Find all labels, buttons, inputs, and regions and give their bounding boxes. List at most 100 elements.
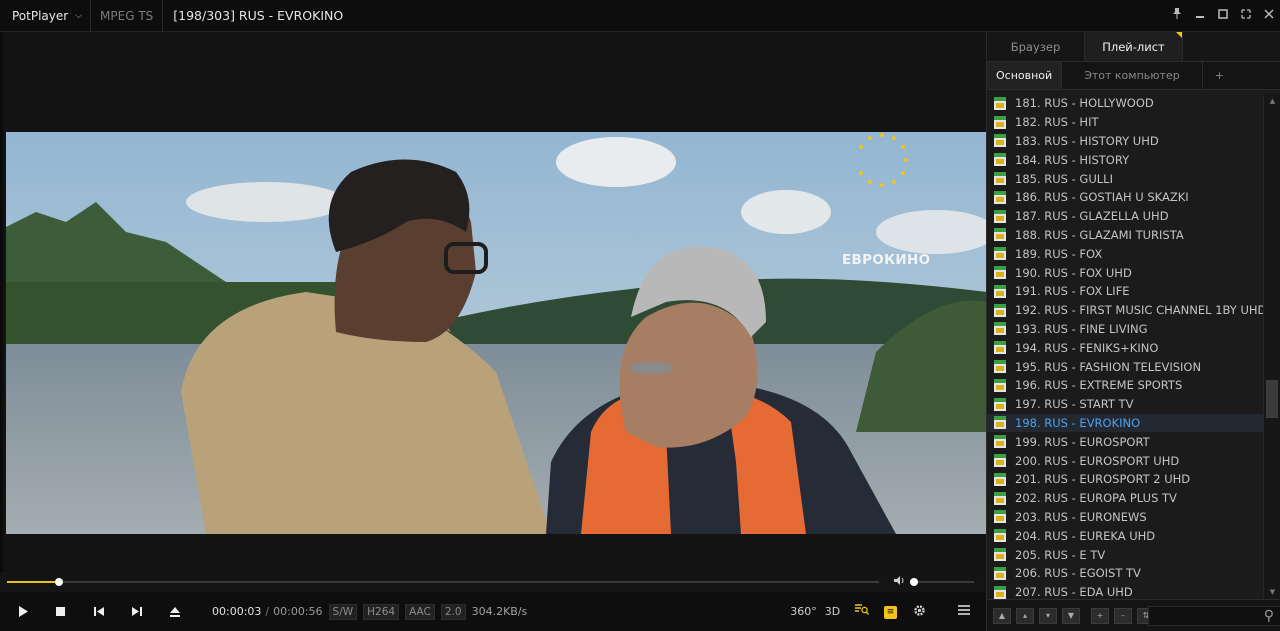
title-bar: PotPlayer ⌵ MPEG TS [198/303] RUS - EVRO… <box>0 0 1280 32</box>
3d-button[interactable]: 3D <box>818 605 847 618</box>
volume-slider[interactable] <box>909 578 974 586</box>
playlist-item-label: 207. RUS - EDA UHD <box>1015 585 1133 599</box>
video-area[interactable]: ЕВРОКИНО <box>0 32 987 572</box>
stop-icon <box>56 607 65 616</box>
seek-handle[interactable] <box>55 578 64 586</box>
total-duration: 00:00:56 <box>273 605 323 618</box>
remove-item-icon[interactable]: – <box>1114 607 1132 624</box>
playlist-item-label: 185. RUS - GULLI <box>1015 171 1113 186</box>
playlist-item[interactable]: 185. RUS - GULLI <box>987 169 1263 188</box>
playlist-item[interactable]: 181. RUS - HOLLYWOOD <box>987 94 1263 113</box>
scroll-down-icon[interactable]: ▼ <box>1264 588 1280 596</box>
audio-codec-badge[interactable]: AAC <box>405 603 435 620</box>
decoder-badge[interactable]: S/W <box>328 603 358 620</box>
playlist-item-label: 197. RUS - START TV <box>1015 397 1134 412</box>
search-icon[interactable]: ⚲ <box>1264 607 1274 625</box>
playlist-item[interactable]: 183. RUS - HISTORY UHD <box>987 132 1263 151</box>
subtab-main[interactable]: Основной <box>987 62 1063 89</box>
playlist-item[interactable]: 203. RUS - EURONEWS <box>987 508 1263 527</box>
playlist-item[interactable]: 199. RUS - EUROSPORT <box>987 432 1263 451</box>
previous-button[interactable] <box>81 594 116 629</box>
previous-icon <box>93 607 104 616</box>
eject-button[interactable] <box>157 594 192 629</box>
media-file-icon <box>994 378 1006 392</box>
move-top-icon[interactable]: ▲ <box>993 607 1011 624</box>
scroll-up-icon[interactable]: ▲ <box>1264 97 1280 105</box>
playlist-item[interactable]: 184. RUS - HISTORY <box>987 150 1263 169</box>
playlist-search-field[interactable]: ⚲ <box>1148 606 1280 626</box>
playlist-item-selected[interactable]: 198. RUS - EVROKINO <box>987 413 1263 433</box>
media-file-icon <box>994 134 1006 148</box>
playlist-search-icon[interactable] <box>847 604 876 619</box>
playlist-item[interactable]: 195. RUS - FASHION TELEVISION <box>987 357 1263 376</box>
format-label: MPEG TS <box>91 0 164 32</box>
add-tab-button[interactable]: + <box>1203 62 1236 89</box>
chevron-down-icon: ⌵ <box>75 10 83 21</box>
media-file-icon <box>994 491 1006 505</box>
playlist-toggle-button[interactable]: ≡ <box>876 604 905 619</box>
video-codec-badge[interactable]: H264 <box>363 603 400 620</box>
stop-button[interactable] <box>43 594 78 629</box>
tab-playlist[interactable]: Плей-лист <box>1085 32 1183 61</box>
media-file-icon <box>994 397 1006 411</box>
playlist-item[interactable]: 200. RUS - EUROSPORT UHD <box>987 451 1263 470</box>
playlist-item[interactable]: 197. RUS - START TV <box>987 395 1263 414</box>
add-item-icon[interactable]: + <box>1091 607 1109 624</box>
media-file-icon <box>994 153 1006 167</box>
play-icon <box>18 606 28 617</box>
video-frame[interactable]: ЕВРОКИНО <box>6 132 987 534</box>
audio-channels-badge[interactable]: 2.0 <box>440 603 466 620</box>
playlist-item[interactable]: 193. RUS - FINE LIVING <box>987 320 1263 339</box>
playlist-list[interactable]: 181. RUS - HOLLYWOOD 182. RUS - HIT 183. R… <box>987 94 1263 599</box>
settings-gear-icon[interactable] <box>905 604 934 620</box>
media-file-icon <box>994 190 1006 204</box>
playlist-toolbar: ▲ ▴ ▾ ▼ + – ⇅ ⚲ <box>987 599 1280 631</box>
volume-icon[interactable] <box>893 575 905 589</box>
playlist-item[interactable]: 201. RUS - EUROSPORT 2 UHD <box>987 470 1263 489</box>
playlist-item[interactable]: 186. RUS - GOSTIAH U SKAZKI <box>987 188 1263 207</box>
playlist-item[interactable]: 188. RUS - GLAZAMI TURISTA <box>987 226 1263 245</box>
media-file-icon <box>994 341 1006 355</box>
playlist-item[interactable]: 192. RUS - FIRST MUSIC CHANNEL 1BY UHD <box>987 301 1263 320</box>
playlist-item[interactable]: 205. RUS - E TV <box>987 545 1263 564</box>
pin-icon[interactable] <box>1165 0 1188 32</box>
playlist-item[interactable]: 196. RUS - EXTREME SPORTS <box>987 376 1263 395</box>
subtab-this-computer[interactable]: Этот компьютер <box>1062 62 1203 89</box>
playlist-item-label: 194. RUS - FENIKS+KINO <box>1015 340 1159 355</box>
vr-360-button[interactable]: 360° <box>789 605 818 618</box>
scrollbar-thumb[interactable] <box>1266 379 1278 418</box>
playlist-item[interactable]: 187. RUS - GLAZELLA UHD <box>987 207 1263 226</box>
media-file-icon <box>994 247 1006 261</box>
maximize-icon[interactable] <box>1211 0 1234 32</box>
playlist-item[interactable]: 189. RUS - FOX <box>987 244 1263 263</box>
channel-logo: ЕВРОКИНО <box>842 252 931 268</box>
playlist-item[interactable]: 182. RUS - HIT <box>987 113 1263 132</box>
tab-browser[interactable]: Браузер <box>987 32 1085 61</box>
main-menu-icon[interactable] <box>949 605 978 618</box>
minimize-icon[interactable] <box>1188 0 1211 32</box>
volume-handle[interactable] <box>909 578 918 586</box>
playlist-item[interactable]: 190. RUS - FOX UHD <box>987 263 1263 282</box>
move-up-icon[interactable]: ▴ <box>1016 607 1034 624</box>
playlist-icon: ≡ <box>884 606 897 619</box>
next-button[interactable] <box>119 594 154 629</box>
media-file-icon <box>994 360 1006 374</box>
move-down-icon[interactable]: ▾ <box>1039 607 1057 624</box>
playlist-item-label: 190. RUS - FOX UHD <box>1015 265 1132 280</box>
playlist-item[interactable]: 204. RUS - EUREKA UHD <box>987 526 1263 545</box>
seek-bar[interactable] <box>7 578 879 586</box>
move-bottom-icon[interactable]: ▼ <box>1062 607 1080 624</box>
playlist-item[interactable]: 194. RUS - FENIKS+KINO <box>987 338 1263 357</box>
media-file-icon <box>994 322 1006 336</box>
playlist-scrollbar[interactable]: ▲ ▼ <box>1263 94 1280 599</box>
fullscreen-icon[interactable] <box>1234 0 1257 32</box>
media-file-icon <box>994 172 1006 186</box>
app-name: PotPlayer <box>12 8 69 23</box>
app-menu-button[interactable]: PotPlayer ⌵ <box>0 0 92 32</box>
play-button[interactable] <box>5 594 40 629</box>
close-icon[interactable] <box>1257 0 1280 32</box>
playlist-item[interactable]: 207. RUS - EDA UHD <box>987 583 1263 599</box>
playlist-item[interactable]: 191. RUS - FOX LIFE <box>987 282 1263 301</box>
playlist-item[interactable]: 206. RUS - EGOIST TV <box>987 564 1263 583</box>
playlist-item[interactable]: 202. RUS - EUROPA PLUS TV <box>987 489 1263 508</box>
